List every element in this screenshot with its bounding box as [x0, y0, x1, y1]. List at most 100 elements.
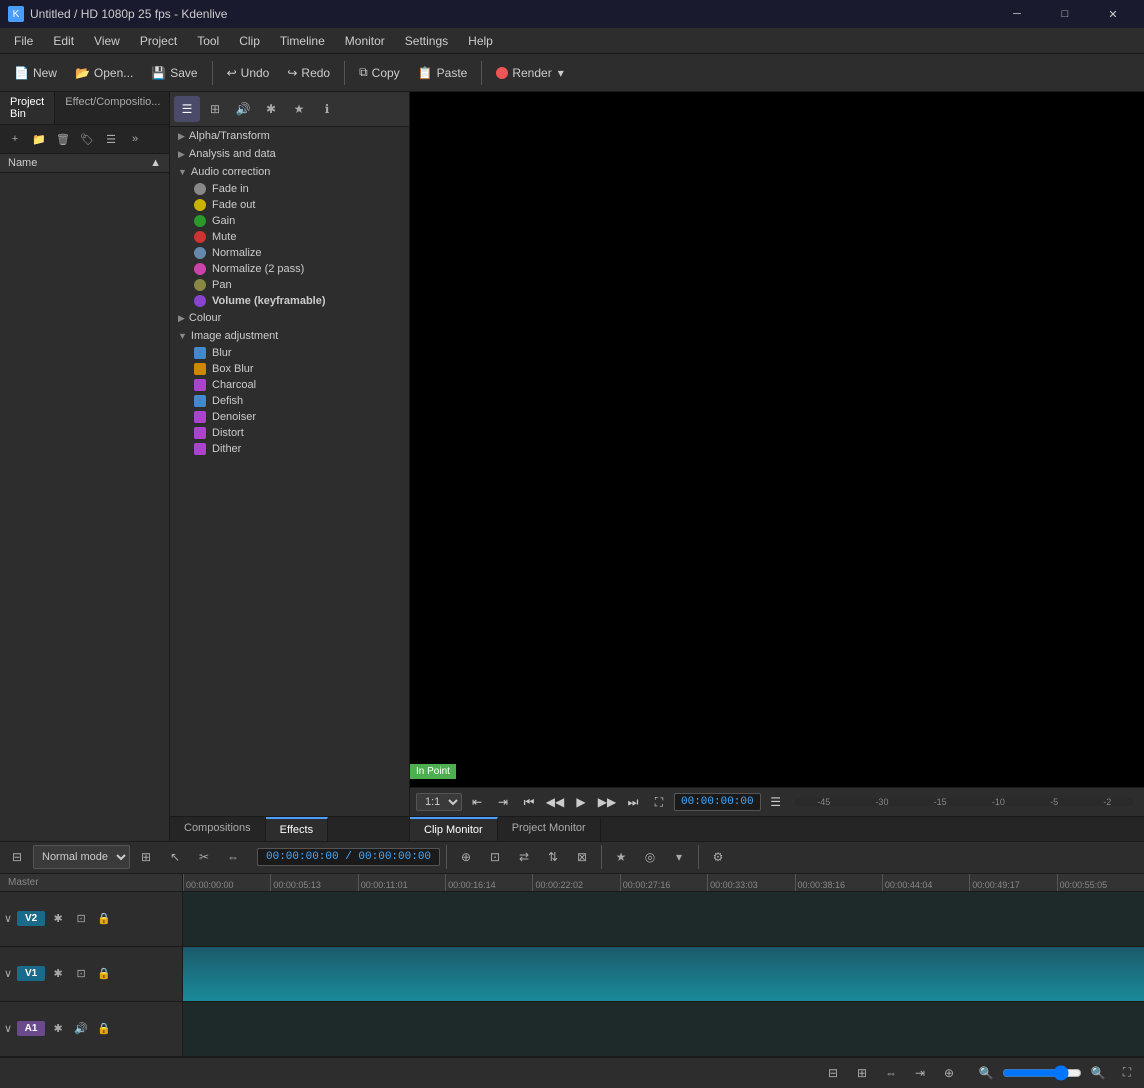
tl-settings-button[interactable]: ⚙ — [705, 844, 731, 870]
menu-settings[interactable]: Settings — [395, 31, 458, 51]
star-filter-button[interactable]: ★ — [286, 96, 312, 122]
menu-clip[interactable]: Clip — [229, 31, 270, 51]
effect-item-denoiser[interactable]: Denoiser — [170, 409, 409, 425]
minimize-button[interactable]: ─ — [994, 0, 1040, 28]
paste-button[interactable]: 📋 Paste — [410, 62, 476, 84]
track-v2-lock-button[interactable]: 🔒 — [94, 909, 114, 929]
effect-category-colour[interactable]: ▶Colour — [170, 309, 409, 327]
tl-mode-select[interactable]: Normal mode — [33, 845, 130, 869]
tl-bottom-btn-4[interactable]: ⇥ — [907, 1060, 933, 1086]
effect-item-blur[interactable]: Blur — [170, 345, 409, 361]
render-button[interactable]: Render ▾ — [488, 62, 571, 84]
audio-filter-button[interactable]: 🔊 — [230, 96, 256, 122]
sort-icon[interactable]: ▲ — [150, 157, 161, 169]
track-v2-expand[interactable]: ∨ — [4, 912, 12, 925]
forward-button[interactable]: ▶▶ — [596, 791, 618, 813]
track-a1-mute-button[interactable]: 🔊 — [71, 1019, 91, 1039]
tl-zoom-slider[interactable] — [1002, 1065, 1082, 1081]
track-v1-lock-button[interactable]: 🔒 — [94, 964, 114, 984]
tl-split-audio-button[interactable]: ⊠ — [569, 844, 595, 870]
tl-cut-button[interactable]: ✂ — [191, 844, 217, 870]
close-button[interactable]: ✕ — [1090, 0, 1136, 28]
effect-item-dither[interactable]: Dither — [170, 441, 409, 457]
effect-item-box-blur[interactable]: Box Blur — [170, 361, 409, 377]
grid-view-button[interactable]: ⊞ — [202, 96, 228, 122]
effect-item-defish[interactable]: Defish — [170, 393, 409, 409]
effect-category-audio-correction[interactable]: ▼Audio correction — [170, 163, 409, 181]
tl-zoom-out-button[interactable]: 🔍 — [973, 1060, 999, 1086]
menu-file[interactable]: File — [4, 31, 43, 51]
effect-category-image-adjustment[interactable]: ▼Image adjustment — [170, 327, 409, 345]
next-frame-button[interactable]: ⏭ — [622, 791, 644, 813]
effect-item-mute[interactable]: Mute — [170, 229, 409, 245]
save-button[interactable]: 💾 Save — [143, 62, 205, 84]
track-v2-effects-button[interactable]: ✱ — [48, 909, 68, 929]
effect-item-fade-in[interactable]: Fade in — [170, 181, 409, 197]
tl-select-button[interactable]: ↖ — [162, 844, 188, 870]
delete-button[interactable]: 🗑 — [52, 128, 74, 150]
track-a1-lock-button[interactable]: 🔒 — [94, 1019, 114, 1039]
tl-multicam-button[interactable]: ⊞ — [133, 844, 159, 870]
tab-effects[interactable]: Effects — [266, 817, 328, 841]
tl-bottom-btn-1[interactable]: ⊟ — [820, 1060, 846, 1086]
list-view-button[interactable]: ☰ — [174, 96, 200, 122]
tl-slip-button[interactable]: ⇔ — [220, 844, 246, 870]
tag-button[interactable]: 🏷 — [76, 128, 98, 150]
effect-item-distort[interactable]: Distort — [170, 425, 409, 441]
tl-ripple-button[interactable]: ⊡ — [482, 844, 508, 870]
tab-effect-composition[interactable]: Effect/Compositio... — [55, 92, 171, 124]
tl-expand-button[interactable]: ⛶ — [1114, 1060, 1140, 1086]
menu-tool[interactable]: Tool — [187, 31, 229, 51]
track-a1-effects-button[interactable]: ✱ — [48, 1019, 68, 1039]
tab-project-monitor[interactable]: Project Monitor — [498, 817, 601, 841]
tl-snap-button[interactable]: ⊕ — [453, 844, 479, 870]
track-v1-expand[interactable]: ∨ — [4, 967, 12, 980]
effect-item-volume-(keyframable)[interactable]: Volume (keyframable) — [170, 293, 409, 309]
tab-project-bin[interactable]: Project Bin — [0, 92, 55, 124]
open-button[interactable]: 📂 Open... — [67, 62, 141, 84]
rewind-button[interactable]: ◀◀ — [544, 791, 566, 813]
effect-item-gain[interactable]: Gain — [170, 213, 409, 229]
tl-keyframe-button[interactable]: ★ — [608, 844, 634, 870]
tl-bottom-btn-2[interactable]: ⊞ — [849, 1060, 875, 1086]
tl-dropdown-button[interactable]: ▾ — [666, 844, 692, 870]
more-button[interactable]: » — [124, 128, 146, 150]
info-button[interactable]: ℹ — [314, 96, 340, 122]
menu-edit[interactable]: Edit — [43, 31, 84, 51]
track-a1-expand[interactable]: ∨ — [4, 1022, 12, 1035]
tab-compositions[interactable]: Compositions — [170, 817, 266, 841]
effect-category-analysis-and-data[interactable]: ▶Analysis and data — [170, 145, 409, 163]
effect-category-alpha/transform[interactable]: ▶Alpha/Transform — [170, 127, 409, 145]
new-button[interactable]: 📄 New — [6, 62, 65, 84]
zoom-select[interactable]: 1:1 1:2 Fit — [416, 793, 462, 811]
tl-split-button[interactable]: ⊟ — [4, 844, 30, 870]
undo-button[interactable]: ↩ Undo — [219, 62, 278, 84]
maximize-button[interactable]: □ — [1042, 0, 1088, 28]
menu-monitor[interactable]: Monitor — [335, 31, 395, 51]
menu-timeline[interactable]: Timeline — [270, 31, 335, 51]
tl-zoom-in-button[interactable]: 🔍 — [1085, 1060, 1111, 1086]
folder-button[interactable]: 📁 — [28, 128, 50, 150]
tl-link-button[interactable]: ⇅ — [540, 844, 566, 870]
set-out-button[interactable]: ⇥ — [492, 791, 514, 813]
effect-item-pan[interactable]: Pan — [170, 277, 409, 293]
redo-button[interactable]: ↪ Redo — [279, 62, 338, 84]
menu-view[interactable]: View — [84, 31, 130, 51]
menu-project[interactable]: Project — [130, 31, 187, 51]
set-in-button[interactable]: ⇤ — [466, 791, 488, 813]
render-dropdown-icon[interactable]: ▾ — [558, 66, 564, 80]
preview-menu-button[interactable]: ☰ — [765, 791, 787, 813]
effect-item-fade-out[interactable]: Fade out — [170, 197, 409, 213]
menu-button[interactable]: ☰ — [100, 128, 122, 150]
favorites-filter-button[interactable]: ✱ — [258, 96, 284, 122]
track-v1-composite-button[interactable]: ⊡ — [71, 964, 91, 984]
effect-item-normalize-(2-pass)[interactable]: Normalize (2 pass) — [170, 261, 409, 277]
effect-item-charcoal[interactable]: Charcoal — [170, 377, 409, 393]
prev-frame-button[interactable]: ⏮ — [518, 791, 540, 813]
tl-effects-toggle-button[interactable]: ◎ — [637, 844, 663, 870]
add-clip-button[interactable]: + — [4, 128, 26, 150]
play-button[interactable]: ▶ — [570, 791, 592, 813]
tl-bottom-btn-5[interactable]: ⊕ — [936, 1060, 962, 1086]
track-v1-effects-button[interactable]: ✱ — [48, 964, 68, 984]
fullscreen-button[interactable]: ⛶ — [648, 791, 670, 813]
